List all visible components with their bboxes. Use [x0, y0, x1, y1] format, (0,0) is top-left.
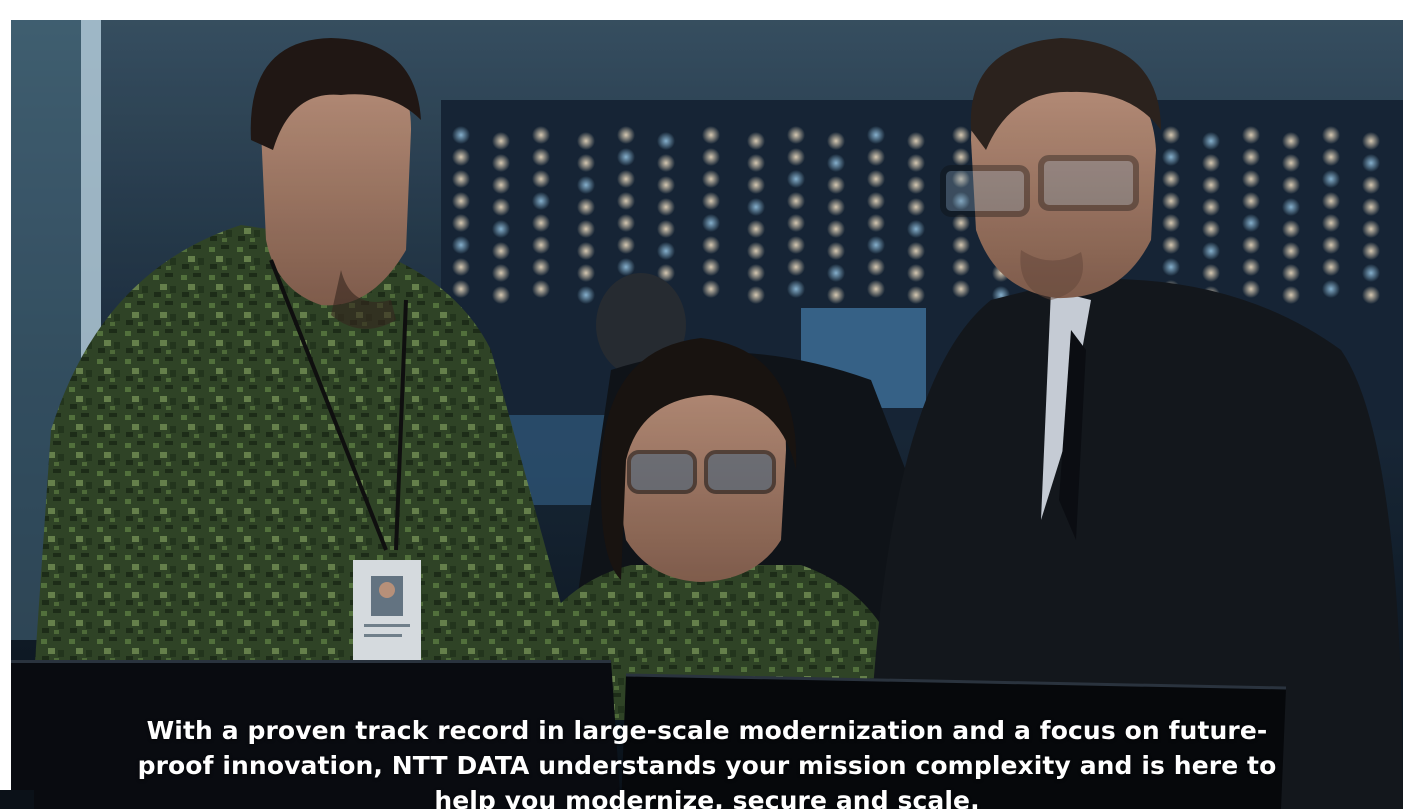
hero-caption: With a proven track record in large-scal… — [137, 716, 1277, 809]
hero-banner: With a proven track record in large-scal… — [11, 20, 1403, 809]
hero-photo — [11, 20, 1403, 809]
page-edge-strip — [0, 790, 34, 809]
